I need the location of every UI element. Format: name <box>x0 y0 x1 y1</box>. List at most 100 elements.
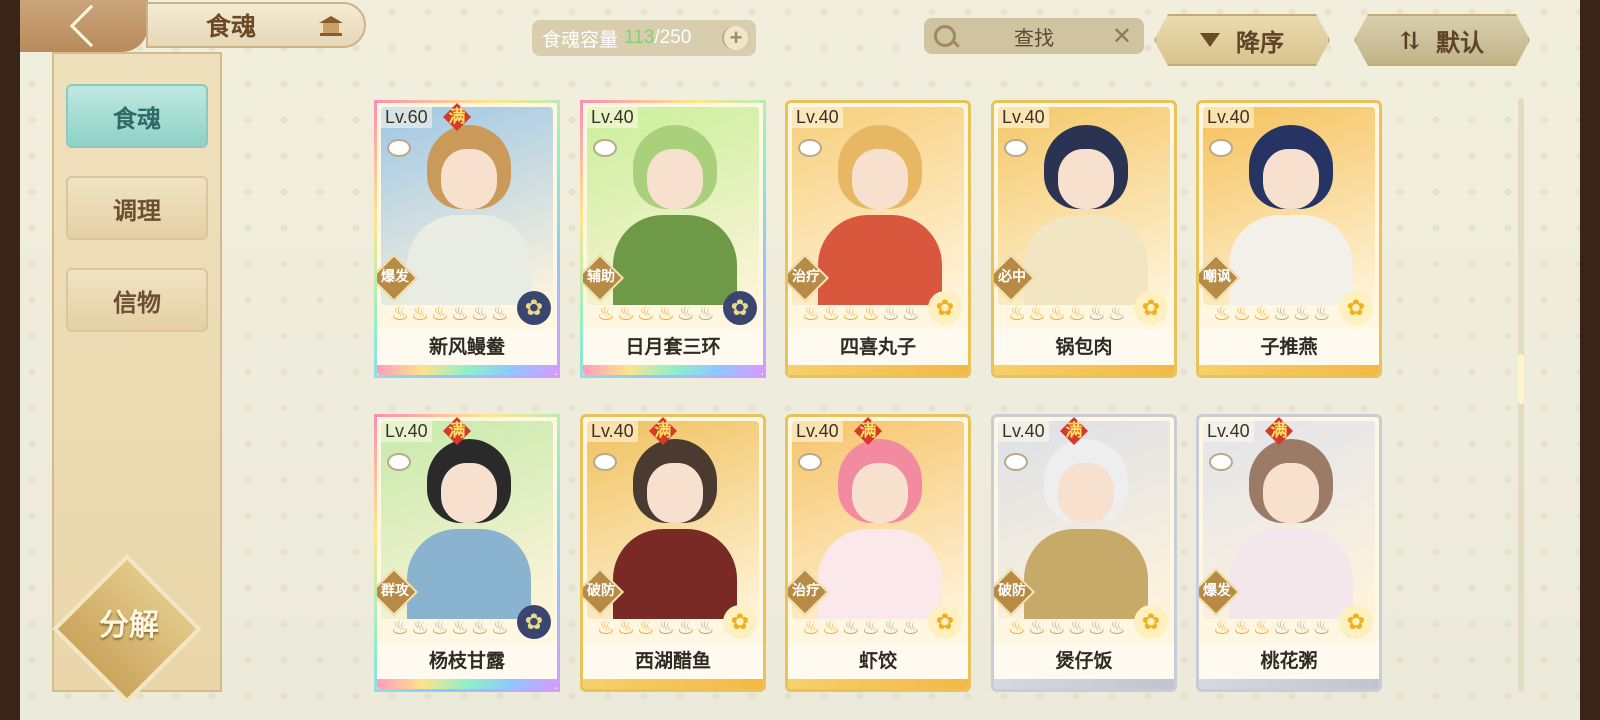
food-soul-card[interactable]: Lv.40 嘲讽 ♨ ♨ ♨ ♨ ♨ ♨ ✿ 子推燕 <box>1196 100 1382 378</box>
food-soul-card[interactable]: Lv.40 满治疗 ♨ ♨ ♨ ♨ ♨ ♨ ✿ 虾饺 <box>785 414 971 692</box>
element-flower-icon: ✿ <box>723 605 757 639</box>
sidebar-item-food-souls[interactable]: 食魂 <box>66 84 208 148</box>
portrait-face <box>1263 463 1319 523</box>
portrait-outfit <box>1024 529 1148 619</box>
food-soul-card[interactable]: Lv.40 辅助 ♨ ♨ ♨ ♨ ♨ ♨ ✿ 日月套三环 <box>580 100 766 378</box>
role-label: 辅助 <box>587 269 615 285</box>
chat-bubble-icon[interactable] <box>1004 453 1028 471</box>
scrollbar-thumb[interactable] <box>1518 354 1524 404</box>
sidebar-item-tokens[interactable]: 信物 <box>66 268 208 332</box>
scrollbar[interactable] <box>1518 98 1524 692</box>
card-level: Lv.40 <box>1203 421 1254 442</box>
sort-arrows-icon: ⇅ <box>1399 25 1421 55</box>
flame-star-icon: ♨ <box>802 301 820 325</box>
card-level: Lv.40 <box>998 107 1049 128</box>
star-rating: ♨ ♨ ♨ ♨ ♨ ♨ <box>391 303 509 323</box>
chat-bubble-icon[interactable] <box>798 139 822 157</box>
rarity-strip <box>377 365 557 375</box>
flame-star-icon: ♨ <box>802 615 820 639</box>
flame-star-icon: ♨ <box>861 615 880 639</box>
element-flower-icon: ✿ <box>723 291 757 325</box>
flame-star-icon: ♨ <box>861 301 880 325</box>
chat-bubble-icon[interactable] <box>798 453 822 471</box>
food-soul-card[interactable]: Lv.40 必中 ♨ ♨ ♨ ♨ ♨ ♨ ✿ 锅包肉 <box>991 100 1177 378</box>
star-rating: ♨ ♨ ♨ ♨ ♨ ♨ <box>1213 617 1331 637</box>
card-level: Lv.40 <box>587 107 638 128</box>
flame-star-icon: ♨ <box>391 301 409 325</box>
star-rating: ♨ ♨ ♨ ♨ ♨ ♨ <box>1008 617 1126 637</box>
food-soul-card[interactable]: Lv.40 满破防 ♨ ♨ ♨ ♨ ♨ ♨ ✿ 煲仔饭 <box>991 414 1177 692</box>
portrait-outfit <box>1229 215 1353 305</box>
food-soul-card[interactable]: Lv.40 治疗 ♨ ♨ ♨ ♨ ♨ ♨ ✿ 四喜丸子 <box>785 100 971 378</box>
flame-star-icon: ♨ <box>1087 615 1106 639</box>
element-flower-icon: ✿ <box>1339 291 1373 325</box>
portrait-face <box>441 149 497 209</box>
back-button[interactable] <box>20 0 148 52</box>
card-name: 锅包肉 <box>994 329 1174 365</box>
flame-star-icon: ♨ <box>1008 615 1026 639</box>
flame-star-icon: ♨ <box>430 615 449 639</box>
flame-star-icon: ♨ <box>901 615 920 639</box>
chat-bubble-icon[interactable] <box>1209 453 1233 471</box>
flame-star-icon: ♨ <box>470 301 489 325</box>
rarity-strip <box>583 365 763 375</box>
rarity-strip <box>994 679 1174 689</box>
card-level: Lv.60 <box>381 107 432 128</box>
food-soul-card[interactable]: Lv.60 满爆发 ♨ ♨ ♨ ♨ ♨ ♨ ✿ 新风鳗鲞 <box>374 100 560 378</box>
chat-bubble-icon[interactable] <box>1004 139 1028 157</box>
food-soul-card[interactable]: Lv.40 满群攻 ♨ ♨ ♨ ♨ ♨ ♨ ✿ 杨枝甘露 <box>374 414 560 692</box>
flame-star-icon: ♨ <box>696 615 715 639</box>
chat-bubble-icon[interactable] <box>593 139 617 157</box>
role-label: 爆发 <box>1203 583 1231 599</box>
capacity-label: 食魂容量 <box>542 29 619 51</box>
add-capacity-button[interactable]: + <box>722 26 748 50</box>
role-label: 嘲讽 <box>1203 269 1231 285</box>
flame-star-icon: ♨ <box>450 301 469 325</box>
pavilion-icon[interactable] <box>318 14 344 38</box>
flame-star-icon: ♨ <box>1312 301 1331 325</box>
flame-star-icon: ♨ <box>1252 301 1271 325</box>
chat-bubble-icon[interactable] <box>387 453 411 471</box>
capacity-max: /250 <box>654 27 692 48</box>
card-level: Lv.40 <box>998 421 1049 442</box>
card-level: Lv.40 <box>381 421 432 442</box>
flame-star-icon: ♨ <box>1027 301 1046 325</box>
star-rating: ♨ ♨ ♨ ♨ ♨ ♨ <box>597 303 715 323</box>
sort-order-label: 降序 <box>1236 27 1284 57</box>
title-tab: 食魂 <box>146 2 366 48</box>
chat-bubble-icon[interactable] <box>593 453 617 471</box>
clear-search-icon[interactable]: ✕ <box>1112 22 1132 50</box>
capacity-bar: 食魂容量 113 /250 + <box>532 20 756 56</box>
rarity-strip <box>377 679 557 689</box>
card-name: 杨枝甘露 <box>377 643 557 679</box>
portrait-face <box>441 463 497 523</box>
sort-order-button[interactable]: 降序 <box>1154 14 1330 66</box>
flame-star-icon: ♨ <box>881 615 900 639</box>
sort-mode-button[interactable]: ⇅ 默认 <box>1354 14 1530 66</box>
sidebar-item-label: 食魂 <box>113 103 161 133</box>
rarity-strip <box>583 679 763 689</box>
card-name: 桃花粥 <box>1199 643 1379 679</box>
search-field[interactable]: 查找 ✕ <box>924 18 1144 54</box>
flame-star-icon: ♨ <box>410 301 429 325</box>
role-label: 治疗 <box>792 583 820 599</box>
card-name: 煲仔饭 <box>994 643 1174 679</box>
sidebar-item-label: 调理 <box>113 195 161 225</box>
star-rating: ♨ ♨ ♨ ♨ ♨ ♨ <box>1008 303 1126 323</box>
food-soul-card[interactable]: Lv.40 满爆发 ♨ ♨ ♨ ♨ ♨ ♨ ✿ 桃花粥 <box>1196 414 1382 692</box>
flame-star-icon: ♨ <box>1027 615 1046 639</box>
flame-star-icon: ♨ <box>1067 301 1086 325</box>
flame-star-icon: ♨ <box>676 301 695 325</box>
portrait-outfit <box>1024 215 1148 305</box>
card-level: Lv.40 <box>587 421 638 442</box>
sidebar-item-conditioning[interactable]: 调理 <box>66 176 208 240</box>
search-icon <box>934 25 956 47</box>
portrait-outfit <box>407 529 531 619</box>
flame-star-icon: ♨ <box>597 615 615 639</box>
chat-bubble-icon[interactable] <box>387 139 411 157</box>
chat-bubble-icon[interactable] <box>1209 139 1233 157</box>
element-flower-icon: ✿ <box>517 291 551 325</box>
food-soul-card[interactable]: Lv.40 满破防 ♨ ♨ ♨ ♨ ♨ ♨ ✿ 西湖醋鱼 <box>580 414 766 692</box>
flame-star-icon: ♨ <box>1292 301 1311 325</box>
flame-star-icon: ♨ <box>1107 615 1126 639</box>
